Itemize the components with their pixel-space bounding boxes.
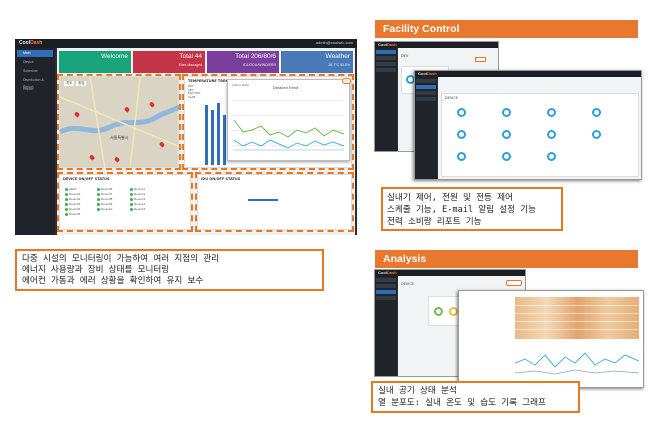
shot-sidebar-item[interactable] xyxy=(376,68,396,72)
analysis-gauge xyxy=(449,307,458,316)
dashboard-topbar: CoolDash admin@coolsec.com xyxy=(15,39,357,48)
weather-card-title: Weather xyxy=(325,53,350,60)
analysis-desc-line: 실내 공기 상태 분석 xyxy=(378,386,457,396)
device-gauge[interactable] xyxy=(502,130,511,139)
device-gauge[interactable] xyxy=(457,130,466,139)
main-desc-line: 에너지 사용량과 장비 상태를 모니터링 xyxy=(22,265,170,275)
idu-status-highlight xyxy=(195,172,354,232)
shot-sidebar-item[interactable] xyxy=(376,62,396,66)
device-gauge[interactable] xyxy=(592,108,601,117)
devices-card-title: Total 206/80/6 xyxy=(235,53,276,60)
device-gauge[interactable] xyxy=(457,108,466,117)
facility-desc-line: 전력 소비량 리포트 기능 xyxy=(387,217,482,227)
shot-sidebar-item[interactable] xyxy=(416,85,436,89)
analysis-shot-label: DEVICE xyxy=(401,282,414,286)
facility-control-header: Facility Control xyxy=(375,20,638,38)
facility-description-box: 실내기 제어, 전원 및 전등 제어 스케줄 기능, E-mail 알림 설정 … xyxy=(381,187,563,231)
shot1-label: DEV xyxy=(401,54,409,58)
device-gauge[interactable] xyxy=(502,108,511,117)
facility-desc-line: 실내기 제어, 전원 및 전등 제어 xyxy=(387,193,513,203)
analysis-gauge xyxy=(434,307,443,316)
sites-card-title: Total 44 xyxy=(179,53,202,60)
sidebar-item-report[interactable]: Report xyxy=(17,86,53,93)
main-description-box: 다중 시설의 모니터링이 가능하여 여러 지점의 관리 에너지 사용량과 장비 … xyxy=(15,249,324,291)
analysis-desc-line: 열 분포도: 실내 온도 및 습도 기록 그래프 xyxy=(378,398,546,408)
heatmap-row xyxy=(515,313,639,314)
shot2-label: DEVICE xyxy=(445,96,458,100)
shot-sidebar-item[interactable] xyxy=(416,79,436,83)
shot1-button[interactable] xyxy=(475,57,486,62)
weather-card-sub: 26.7°C 53.0% xyxy=(328,63,350,67)
shot-sidebar-item[interactable] xyxy=(376,56,396,60)
dashboard-user[interactable]: admin@coolsec.com xyxy=(316,40,353,45)
shot-content: DEVICE xyxy=(438,77,641,179)
shot2-gauge-grid xyxy=(457,106,637,176)
main-desc-line: 에어컨 가동과 에러 상황을 확인하여 유지 보수 xyxy=(22,276,204,286)
device-status-highlight xyxy=(57,172,193,232)
shot-sidebar-item[interactable] xyxy=(376,296,396,300)
trend-highlight xyxy=(182,74,354,170)
shot-brand: CoolDash xyxy=(418,71,437,76)
shot-sidebar xyxy=(375,276,397,376)
device-gauge[interactable] xyxy=(547,108,556,117)
heatmap-row xyxy=(515,329,639,330)
dashboard-sidebar: Main Device Schedule Distribution & Repo… xyxy=(15,48,55,235)
welcome-card[interactable]: Welcome xyxy=(59,51,131,73)
sites-card[interactable]: Total 44 Sites Managed xyxy=(133,51,205,73)
shot-sidebar-item[interactable] xyxy=(376,290,396,294)
heat-distribution-map xyxy=(515,297,639,339)
devices-card[interactable]: Total 206/80/6 ID1/ODU/WIND/ERR xyxy=(207,51,279,73)
analysis-screenshot-2 xyxy=(458,290,644,388)
shot-sidebar-item[interactable] xyxy=(376,278,396,282)
shot2-device-panel: DEVICE xyxy=(441,93,639,177)
shot-brand: CoolDash xyxy=(378,42,397,47)
shot-sidebar xyxy=(415,77,437,179)
shot-sidebar-item[interactable] xyxy=(376,50,396,54)
device-gauge[interactable] xyxy=(547,130,556,139)
shot-sidebar-item[interactable] xyxy=(416,91,436,95)
analysis-description-box: 실내 공기 상태 분석 열 분포도: 실내 온도 및 습도 기록 그래프 xyxy=(371,381,580,413)
heatmap-row xyxy=(515,305,639,306)
facility-screenshot-2: CoolDash DEVICE xyxy=(414,70,642,180)
analysis-shot-button[interactable] xyxy=(506,280,522,286)
shot-sidebar xyxy=(375,48,397,151)
facility-desc-line: 스케줄 기능, E-mail 알림 설정 기능 xyxy=(387,205,537,215)
dashboard-brand: CoolDash xyxy=(19,40,43,46)
sidebar-item-distribution[interactable]: Distribution & Report xyxy=(17,77,53,89)
weather-card[interactable]: Weather 26.7°C 53.0% xyxy=(281,51,353,73)
sites-card-sub: Sites Managed xyxy=(178,63,202,67)
sidebar-item-main[interactable]: Main xyxy=(17,50,53,57)
humidity-trend-chart xyxy=(515,352,639,375)
shot-sidebar-item[interactable] xyxy=(416,97,436,101)
device-gauge[interactable] xyxy=(502,152,511,161)
sidebar-item-schedule[interactable]: Schedule xyxy=(17,68,53,75)
analysis-header: Analysis xyxy=(375,250,638,268)
sidebar-item-device[interactable]: Device xyxy=(17,59,53,66)
device-gauge[interactable] xyxy=(457,152,466,161)
shot2-tabs xyxy=(441,84,521,99)
main-desc-line: 다중 시설의 모니터링이 가능하여 여러 지점의 관리 xyxy=(22,254,220,264)
device-gauge[interactable] xyxy=(592,130,601,139)
map-highlight xyxy=(57,74,181,170)
main-dashboard-screenshot: CoolDash admin@coolsec.com Main Device S… xyxy=(15,39,357,235)
shot-sidebar-item[interactable] xyxy=(376,284,396,288)
dashboard-content: Welcome Total 44 Sites Managed Total 206… xyxy=(57,48,355,235)
shot-brand: CoolDash xyxy=(378,270,397,275)
devices-card-sub: ID1/ODU/WIND/ERR xyxy=(243,63,276,67)
heatmap-row xyxy=(515,321,639,322)
device-gauge[interactable] xyxy=(547,152,556,161)
welcome-card-title: Welcome xyxy=(101,53,128,60)
